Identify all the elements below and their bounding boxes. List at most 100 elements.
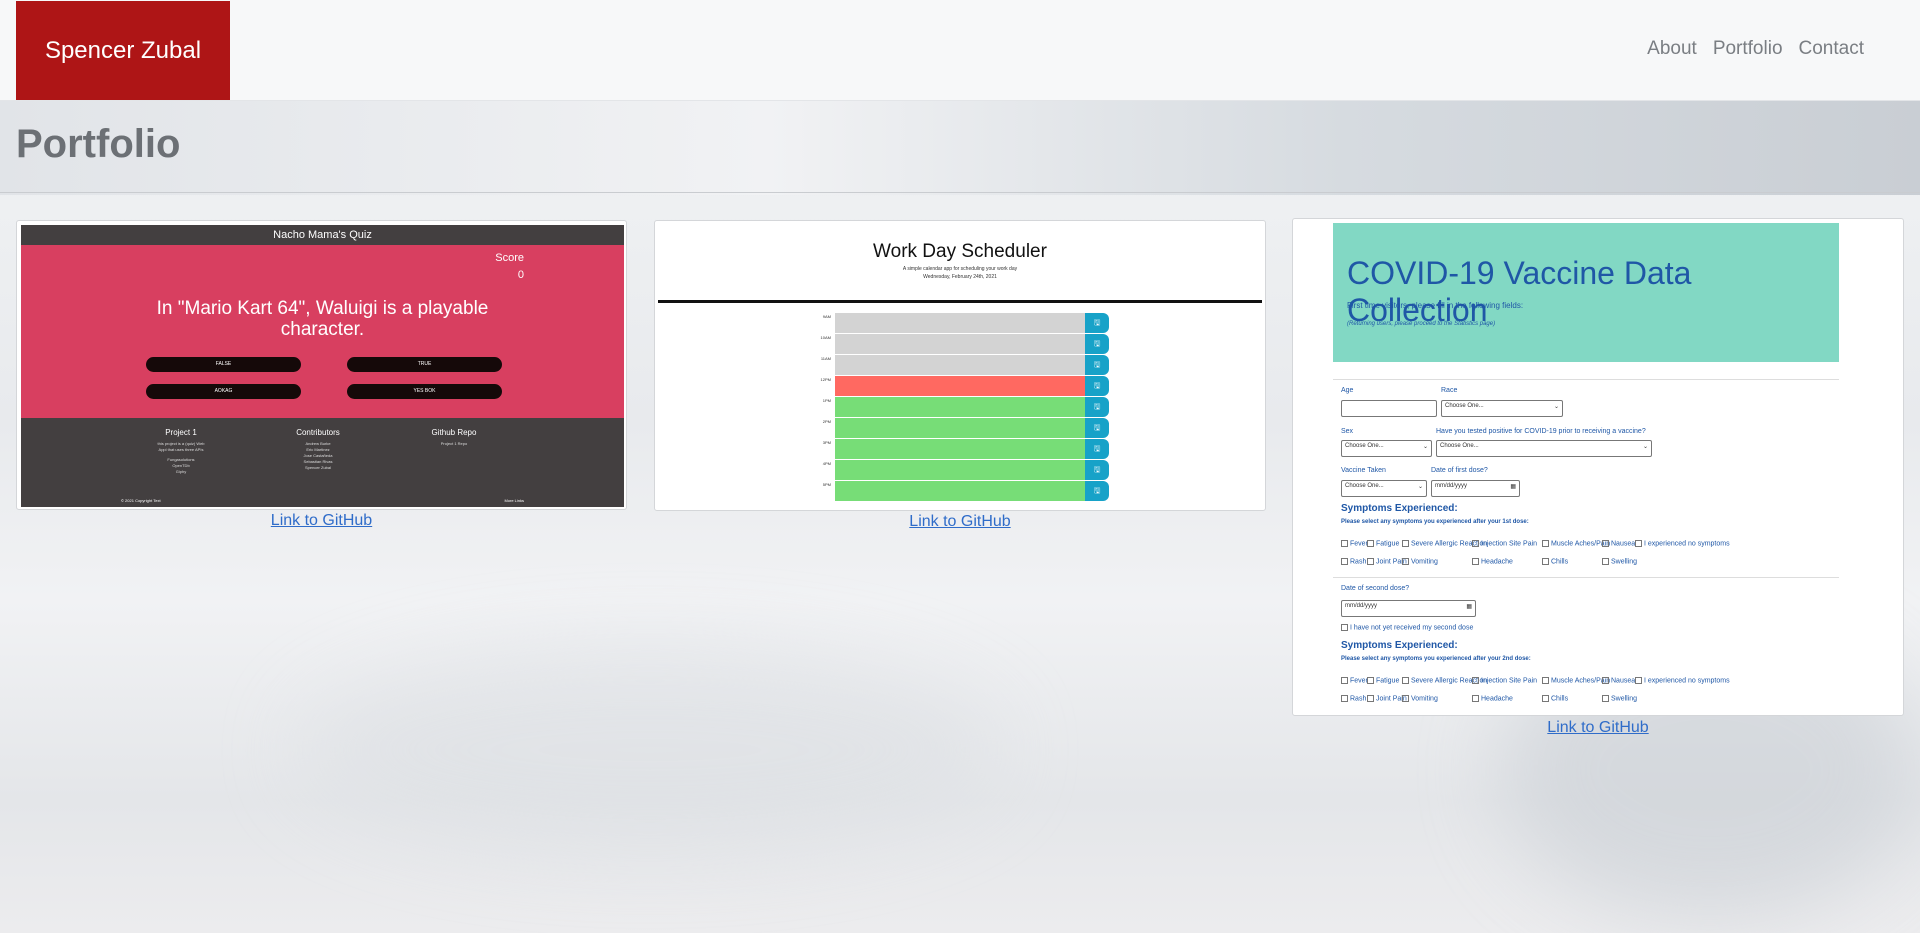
github-link-covid[interactable]: Link to GitHub: [1292, 719, 1904, 737]
symptom-checkbox: Vomiting: [1402, 695, 1438, 702]
github-link-scheduler[interactable]: Link to GitHub: [654, 513, 1266, 531]
scheduler-subtitle: A simple calendar app for scheduling you…: [655, 265, 1265, 281]
symptom-checkbox: Headache: [1472, 695, 1513, 702]
symptom-checkbox: Chills: [1542, 558, 1568, 565]
symptom-checkbox: Nausea: [1602, 540, 1635, 547]
save-icon: 🖫: [1085, 334, 1109, 354]
timeblock-hour: 10AM: [820, 335, 831, 340]
timeblock-past: [835, 313, 1085, 334]
symptom-checkbox: Headache: [1472, 558, 1513, 565]
background-streak: [0, 100, 1920, 195]
symptom-checkbox: Fatigue: [1367, 540, 1399, 547]
project-card-scheduler: Work Day Scheduler A simple calendar app…: [654, 220, 1266, 511]
save-icon: 🖫: [1085, 418, 1109, 438]
nav-link-portfolio[interactable]: Portfolio: [1713, 38, 1783, 60]
timeblock-future: [835, 439, 1085, 460]
timeblock-hour: 4PM: [822, 461, 831, 466]
second-dose-label: Date of second dose?: [1341, 585, 1410, 592]
nav-link-about[interactable]: About: [1647, 38, 1697, 60]
first-dose-label: Date of first dose?: [1431, 467, 1488, 474]
symptoms-title-first: Symptoms Experienced:: [1341, 503, 1458, 514]
first-dose-placeholder: mm/dd/yyyy: [1435, 483, 1468, 489]
save-icon: 🖫: [1085, 376, 1109, 396]
quiz-screenshot: Nacho Mama's Quiz Score 0 In "Mario Kart…: [21, 225, 624, 507]
quiz-score: Score 0: [495, 252, 524, 281]
save-icon: 🖫: [1085, 460, 1109, 480]
save-icon: 🖫: [1085, 481, 1109, 501]
symptom-checkbox: Vomiting: [1402, 558, 1438, 565]
quiz-footer-contributors: Contributors Andrew Burke Eric Martinez …: [278, 428, 358, 471]
footer-title: Contributors: [296, 428, 340, 437]
scheduler-title: Work Day Scheduler: [873, 241, 1047, 262]
nav-link-contact[interactable]: Contact: [1799, 38, 1864, 60]
symptom-checkbox: Chills: [1542, 695, 1568, 702]
symptom-checkbox: Swelling: [1602, 558, 1637, 565]
footer-text: Project 1 Repo: [414, 441, 494, 447]
sex-select: Choose One... ⌄: [1341, 440, 1432, 457]
quiz-score-value: 0: [517, 269, 524, 281]
scheduler-date: Wednesday, February 24th, 2021: [923, 274, 997, 280]
footer-line: Giphy: [175, 469, 187, 474]
tested-select: Choose One... ⌄: [1436, 440, 1652, 457]
symptom-checkbox: I experienced no symptoms: [1635, 540, 1730, 547]
timeblock-future: [835, 481, 1085, 502]
quiz-answer-button: AOKAG: [146, 384, 301, 399]
timeblock-hour: 12PM: [820, 377, 831, 382]
footer-text: Andrew Burke Eric Martinez Jose Castañed…: [278, 441, 358, 471]
symptom-checkbox: Swelling: [1602, 695, 1637, 702]
race-select-value: Choose One...: [1445, 403, 1484, 409]
quiz-more-links: More Links: [504, 498, 524, 503]
timeblock-hour: 9AM: [822, 314, 831, 319]
quiz-score-label: Score: [495, 252, 524, 264]
covid-divider: [1333, 577, 1839, 578]
covid-intro: First time visitors, please fill in the …: [1347, 301, 1524, 310]
symptom-checkbox: Rash: [1341, 558, 1366, 565]
symptom-checkbox: Fatigue: [1367, 677, 1399, 684]
tested-label: Have you tested positive for COVID-19 pr…: [1436, 428, 1646, 435]
symptoms-first-instruction: Please select any symptoms you experienc…: [1341, 519, 1529, 525]
nav-links: About Portfolio Contact: [1647, 38, 1864, 60]
tested-select-value: Choose One...: [1440, 443, 1479, 449]
timeblock-future: [835, 460, 1085, 481]
quiz-question: In "Mario Kart 64", Waluigi is a playabl…: [156, 298, 489, 340]
chevron-down-icon: ⌄: [1417, 484, 1423, 490]
chevron-down-icon: ⌄: [1422, 444, 1428, 450]
navbar: Spencer Zubal About Portfolio Contact: [0, 0, 1920, 101]
no-second-dose-checkbox: I have not yet received my second dose: [1341, 624, 1473, 631]
second-dose-placeholder: mm/dd/yyyy: [1345, 603, 1378, 609]
race-label: Race: [1441, 387, 1458, 394]
symptoms-title-second: Symptoms Experienced:: [1341, 640, 1458, 651]
vaccine-select-value: Choose One...: [1345, 483, 1384, 489]
save-icon: 🖫: [1085, 439, 1109, 459]
timeblock-past: [835, 334, 1085, 355]
timeblock-hour: 1PM: [822, 398, 831, 403]
chevron-down-icon: ⌄: [1553, 404, 1559, 410]
scheduler-description: A simple calendar app for scheduling you…: [902, 266, 1018, 272]
quiz-footer-project: Project 1 this project is a (quiz) Web A…: [141, 428, 221, 475]
calendar-icon: ▦: [1466, 604, 1472, 610]
quiz-answer-button: TRUE: [347, 357, 502, 372]
save-icon: 🖫: [1085, 397, 1109, 417]
calendar-icon: ▦: [1510, 484, 1516, 490]
symptom-checkbox: Joint Pain: [1367, 558, 1407, 565]
github-link-quiz[interactable]: Link to GitHub: [16, 512, 627, 530]
symptom-checkbox: Joint Pain: [1367, 695, 1407, 702]
save-icon: 🖫: [1085, 313, 1109, 333]
scheduler-divider: [658, 300, 1262, 303]
quiz-footer: Project 1 this project is a (quiz) Web A…: [21, 418, 624, 507]
project-card-covid: COVID-19 Vaccine Data Collection First t…: [1292, 218, 1904, 716]
symptom-checkbox: Nausea: [1602, 677, 1635, 684]
title-divider: [0, 192, 1920, 193]
brand-logo[interactable]: Spencer Zubal: [16, 1, 230, 100]
sex-select-value: Choose One...: [1345, 443, 1384, 449]
save-icon: 🖫: [1085, 355, 1109, 375]
symptoms-second-instruction: Please select any symptoms you experienc…: [1341, 656, 1531, 662]
covid-divider: [1333, 379, 1839, 380]
footer-text: this project is a (quiz) Web Appl that u…: [141, 441, 221, 475]
background-shade: [300, 650, 1000, 850]
covid-header: COVID-19 Vaccine Data Collection First t…: [1333, 223, 1839, 362]
symptom-checkbox: Fever: [1341, 677, 1368, 684]
symptom-checkbox: Rash: [1341, 695, 1366, 702]
quiz-copyright: © 2021 Copyright Text: [121, 498, 161, 503]
vaccine-select: Choose One... ⌄: [1341, 480, 1427, 497]
